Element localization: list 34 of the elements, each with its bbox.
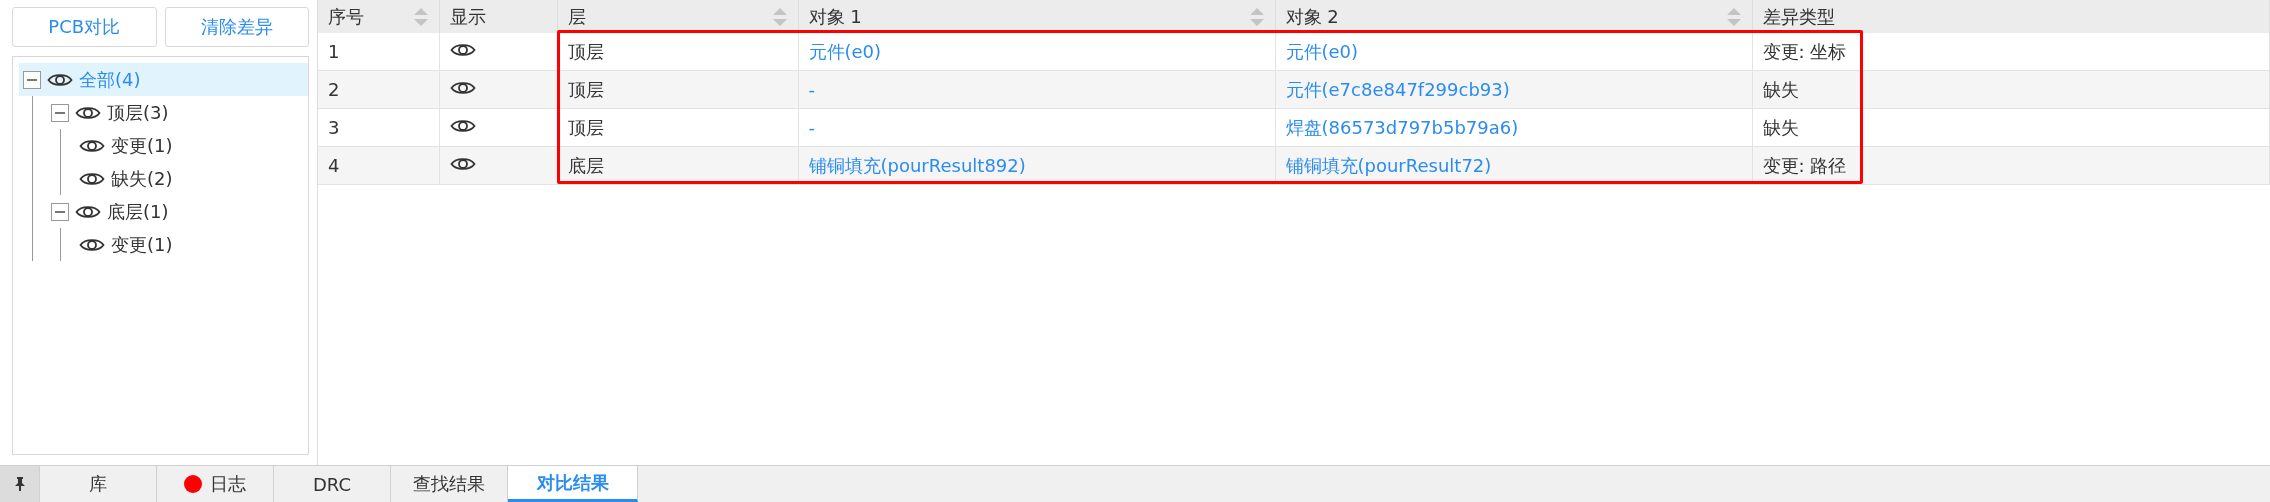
eye-icon[interactable] [79,236,105,253]
column-header[interactable]: 序号 [318,0,439,33]
tree-node[interactable]: 顶层(3) [47,96,308,129]
table-cell: 缺失 [1752,108,2270,147]
eye-icon[interactable] [79,170,105,187]
collapse-toggle[interactable] [51,202,69,221]
eye-icon[interactable] [79,137,105,154]
pin-icon [13,477,26,491]
eye-icon[interactable] [75,203,101,220]
eye-icon[interactable] [449,156,476,172]
table-cell: 3 [318,108,439,147]
tree-node[interactable]: 缺失(2) [75,162,308,195]
tree-node[interactable]: 变更(1) [75,129,308,162]
table-cell: 变更: 路径 [1752,146,2270,185]
column-header[interactable]: 差异类型 [1752,0,2270,33]
tree-node[interactable]: 底层(1) [47,195,308,228]
table-cell: 4 [318,146,439,185]
collapse-toggle[interactable] [23,70,41,89]
table-cell: 缺失 [1752,70,2270,109]
eye-icon[interactable] [449,118,476,134]
collapse-toggle[interactable] [51,103,69,122]
table-cell: 顶层 [557,70,798,109]
object-link[interactable]: 焊盘(86573d797b5b79a6) [1285,116,1519,138]
eye-icon[interactable] [449,42,476,58]
table-cell: 1 [318,33,439,71]
pin-button[interactable] [0,466,40,502]
table-cell: 变更: 坐标 [1752,33,2270,71]
table-cell: 顶层 [557,108,798,147]
eye-icon[interactable] [75,104,101,121]
eye-icon[interactable] [449,80,476,96]
eye-icon[interactable] [47,71,73,88]
tree-node[interactable]: 变更(1) [75,228,308,261]
table-cell: 2 [318,70,439,109]
column-header[interactable]: 显示 [439,0,557,33]
